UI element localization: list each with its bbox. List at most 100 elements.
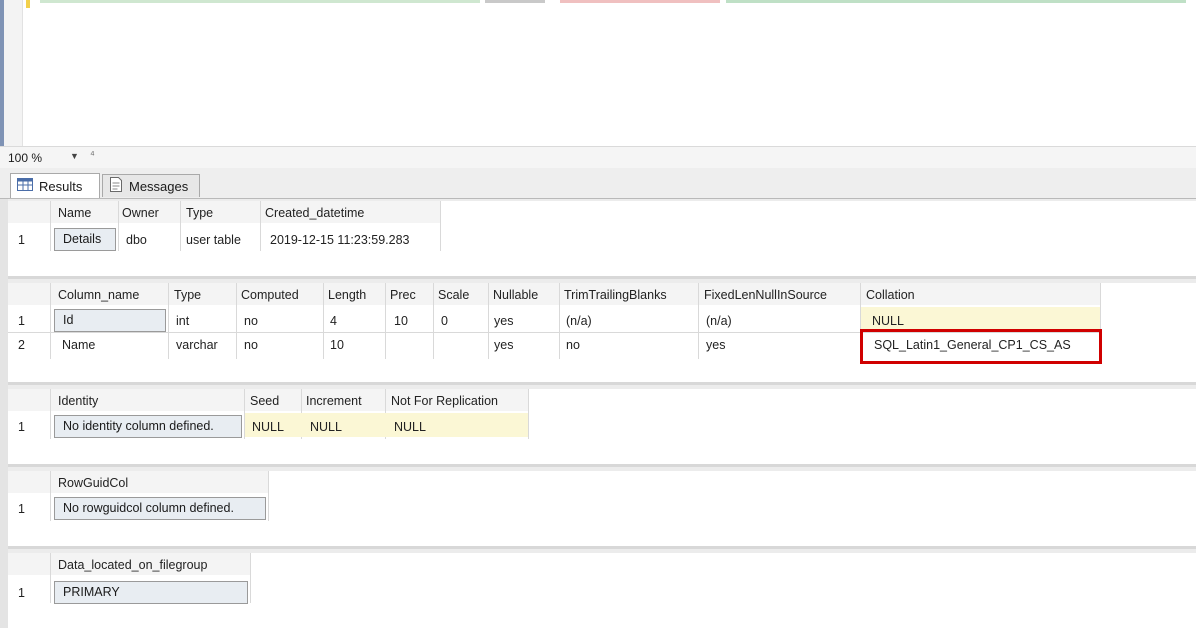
result-grid-object: Name Owner Type Created_datetime 1 Detai… [8,201,1196,279]
table-cell[interactable]: no [244,338,258,352]
grid-header [8,283,1100,305]
tab-messages[interactable]: Messages [102,174,200,197]
table-cell[interactable]: no [244,314,258,328]
grid-divider [50,389,51,439]
grid-divider [698,283,699,359]
result-tabs: Results Messages [0,168,1196,199]
table-cell[interactable]: user table [186,233,241,247]
table-cell[interactable]: (n/a) [706,314,732,328]
row-number[interactable]: 1 [18,502,25,516]
grid-divider [559,283,560,359]
table-cell[interactable]: dbo [126,233,147,247]
table-cell[interactable]: yes [494,314,513,328]
column-header[interactable]: Collation [866,288,915,302]
grid-divider [118,201,119,251]
result-grid-columns: Column_name Type Computed Length Prec Sc… [8,283,1196,385]
table-cell[interactable]: 2019-12-15 11:23:59.283 [270,233,409,247]
table-cell[interactable]: Name [62,338,95,352]
chevron-down-icon[interactable]: ▼ [70,151,79,161]
column-header[interactable]: Type [174,288,201,302]
code-fragment [485,0,545,3]
table-cell-selected[interactable]: No rowguidcol column defined. [54,497,266,520]
column-header[interactable]: Prec [390,288,416,302]
grid-divider [180,201,181,251]
table-cell[interactable]: NULL [872,314,904,328]
table-cell-selected[interactable]: Details [54,228,116,251]
table-cell[interactable]: int [176,314,189,328]
grid-divider [323,283,324,359]
tab-results-label: Results [39,178,83,194]
query-editor[interactable] [0,0,1196,146]
grid-divider [236,283,237,359]
column-header[interactable]: Type [186,206,213,220]
table-cell[interactable]: NULL [310,420,342,434]
row-number[interactable]: 1 [18,420,25,434]
document-icon [109,177,123,195]
grid-divider [50,553,51,603]
column-header[interactable]: Scale [438,288,469,302]
result-grid-identity: Identity Seed Increment Not For Replicat… [8,389,1196,467]
column-header[interactable]: Name [58,206,91,220]
grid-icon [17,178,33,194]
result-grid-rowguidcol: RowGuidCol 1 No rowguidcol column define… [8,471,1196,549]
table-cell[interactable]: NULL [394,420,426,434]
column-header[interactable]: FixedLenNullInSource [704,288,827,302]
table-cell-selected[interactable]: No identity column defined. [54,415,242,438]
grid-divider [433,283,434,359]
highlight-box [860,329,1102,364]
column-header[interactable]: Created_datetime [265,206,364,220]
grid-divider [528,389,529,439]
table-cell-selected[interactable]: PRIMARY [54,581,248,604]
grid-divider [488,283,489,359]
column-header[interactable]: RowGuidCol [58,476,128,490]
grid-divider [268,471,269,521]
table-cell[interactable]: 4 [330,314,337,328]
grid-header [8,471,268,493]
code-fragment [726,0,1186,3]
results-pane: Name Owner Type Created_datetime 1 Detai… [0,199,1196,628]
table-cell-selected[interactable]: Id [54,309,166,332]
editor-gutter [4,0,23,146]
column-header[interactable]: TrimTrailingBlanks [564,288,667,302]
table-cell[interactable]: no [566,338,580,352]
column-header[interactable]: Computed [241,288,299,302]
column-header[interactable]: Not For Replication [391,394,498,408]
column-header[interactable]: Owner [122,206,159,220]
tab-messages-label: Messages [129,178,189,194]
table-cell[interactable]: 10 [330,338,344,352]
code-fragment [560,0,720,3]
code-fragment [40,0,480,3]
grid-divider [440,201,441,251]
column-header[interactable]: Increment [306,394,362,408]
table-cell[interactable]: 10 [394,314,408,328]
grid-divider [385,283,386,359]
zoom-grip-icon: ⁴ [90,149,95,161]
result-grid-filegroup: Data_located_on_filegroup 1 PRIMARY [8,553,1196,628]
column-header[interactable]: Length [328,288,366,302]
row-number[interactable]: 1 [18,586,25,600]
table-cell[interactable]: 0 [441,314,448,328]
grid-divider [50,471,51,521]
change-marker [26,0,30,8]
table-cell[interactable]: yes [706,338,725,352]
table-cell[interactable]: (n/a) [566,314,592,328]
grid-divider [50,201,51,251]
zoom-level[interactable]: 100 % [8,151,42,165]
tab-results[interactable]: Results [10,173,100,198]
row-number[interactable]: 1 [18,233,25,247]
column-header[interactable]: Data_located_on_filegroup [58,558,207,572]
column-header[interactable]: Column_name [58,288,139,302]
null-cell-highlight [245,413,528,437]
zoom-bar: 100 % ▼ ⁴ [0,146,1196,169]
table-cell[interactable]: yes [494,338,513,352]
column-header[interactable]: Seed [250,394,279,408]
grid-divider [50,283,51,359]
table-cell[interactable]: varchar [176,338,218,352]
column-header[interactable]: Nullable [493,288,538,302]
column-header[interactable]: Identity [58,394,98,408]
table-cell[interactable]: NULL [252,420,284,434]
row-number[interactable]: 2 [18,338,25,352]
grid-divider [260,201,261,251]
row-number[interactable]: 1 [18,314,25,328]
grid-divider [250,553,251,603]
